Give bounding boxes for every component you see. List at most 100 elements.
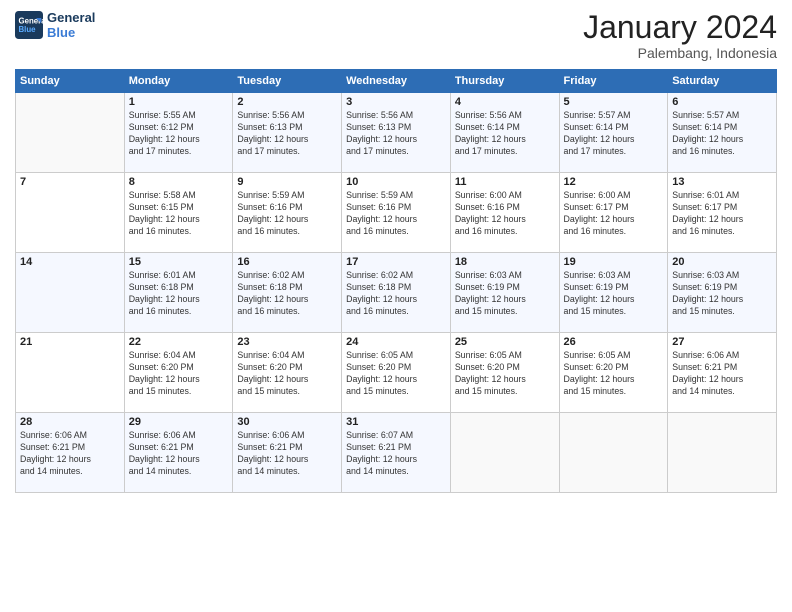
calendar-cell: 24Sunrise: 6:05 AMSunset: 6:20 PMDayligh… [342, 333, 451, 413]
calendar-cell: 23 Sunrise: 6:04 AMSunset: 6:20 PMDayligh… [233, 333, 342, 413]
calendar-body: 1 Sunrise: 5:55 AMSunset: 6:12 PMDaylight… [16, 93, 777, 493]
day-info: Sunrise: 6:00 AMSunset: 6:17 PMDaylight:… [564, 190, 664, 238]
calendar-week-row: 28 Sunrise: 6:06 AMSunset: 6:21 PMDayligh… [16, 413, 777, 493]
day-info: Sunrise: 6:02 AMSunset: 6:18 PMDaylight:… [237, 270, 337, 318]
header-row: Sunday Monday Tuesday Wednesday Thursday… [16, 70, 777, 93]
day-number: 20 [672, 256, 772, 268]
col-monday: Monday [124, 70, 233, 93]
calendar-cell: 31Sunrise: 6:07 AMSunset: 6:21 PMDayligh… [342, 413, 451, 493]
day-number: 29 [129, 416, 229, 428]
calendar-cell [450, 413, 559, 493]
day-number: 31 [346, 416, 446, 428]
calendar-cell: 3Sunrise: 5:56 AMSunset: 6:13 PMDaylight… [342, 93, 451, 173]
day-number: 23 [237, 336, 337, 348]
col-saturday: Saturday [668, 70, 777, 93]
day-number: 6 [672, 96, 772, 108]
calendar-cell: 29 Sunrise: 6:06 AMSunset: 6:21 PMDayligh… [124, 413, 233, 493]
day-number: 26 [564, 336, 664, 348]
day-info: Sunrise: 6:04 AMSunset: 6:20 PMDaylight:… [129, 350, 229, 398]
calendar-week-row: 14 15Sunrise: 6:01 AMSunset: 6:18 PMDayli… [16, 253, 777, 333]
calendar-cell: 7 [16, 173, 125, 253]
logo: General Blue General Blue [15, 10, 95, 40]
calendar-cell: 25 Sunrise: 6:05 AMSunset: 6:20 PMDayligh… [450, 333, 559, 413]
calendar-cell: 27 Sunrise: 6:06 AMSunset: 6:21 PMDayligh… [668, 333, 777, 413]
calendar-cell [16, 93, 125, 173]
day-number: 14 [20, 256, 120, 268]
title-block: January 2024 Palembang, Indonesia [583, 10, 777, 61]
calendar-week-row: 78 Sunrise: 5:58 AMSunset: 6:15 PMDayligh… [16, 173, 777, 253]
day-info: Sunrise: 6:02 AMSunset: 6:18 PMDaylight:… [346, 270, 446, 318]
day-number: 15 [129, 256, 229, 268]
calendar-cell: 2Sunrise: 5:56 AMSunset: 6:13 PMDaylight… [233, 93, 342, 173]
day-number: 8 [129, 176, 229, 188]
day-info: Sunrise: 5:57 AMSunset: 6:14 PMDaylight:… [672, 110, 772, 158]
day-number: 10 [346, 176, 446, 188]
calendar-table: Sunday Monday Tuesday Wednesday Thursday… [15, 69, 777, 493]
calendar-cell: 15Sunrise: 6:01 AMSunset: 6:18 PMDayligh… [124, 253, 233, 333]
col-tuesday: Tuesday [233, 70, 342, 93]
day-info: Sunrise: 5:59 AMSunset: 6:16 PMDaylight:… [237, 190, 337, 238]
calendar-cell: 4 Sunrise: 5:56 AMSunset: 6:14 PMDaylight… [450, 93, 559, 173]
month-title: January 2024 [583, 10, 777, 45]
day-number: 16 [237, 256, 337, 268]
day-number: 9 [237, 176, 337, 188]
day-info: Sunrise: 6:01 AMSunset: 6:17 PMDaylight:… [672, 190, 772, 238]
day-info: Sunrise: 5:57 AMSunset: 6:14 PMDaylight:… [564, 110, 664, 158]
calendar-cell: 6 Sunrise: 5:57 AMSunset: 6:14 PMDaylight… [668, 93, 777, 173]
day-info: Sunrise: 6:06 AMSunset: 6:21 PMDaylight:… [237, 430, 337, 478]
calendar-cell [668, 413, 777, 493]
day-info: Sunrise: 6:05 AMSunset: 6:20 PMDaylight:… [564, 350, 664, 398]
day-info: Sunrise: 6:00 AMSunset: 6:16 PMDaylight:… [455, 190, 555, 238]
day-info: Sunrise: 5:58 AMSunset: 6:15 PMDaylight:… [129, 190, 229, 238]
day-number: 17 [346, 256, 446, 268]
calendar-cell: 19Sunrise: 6:03 AMSunset: 6:19 PMDayligh… [559, 253, 668, 333]
day-info: Sunrise: 6:05 AMSunset: 6:20 PMDaylight:… [346, 350, 446, 398]
col-sunday: Sunday [16, 70, 125, 93]
day-number: 7 [20, 176, 120, 188]
col-thursday: Thursday [450, 70, 559, 93]
day-number: 1 [129, 96, 229, 108]
col-wednesday: Wednesday [342, 70, 451, 93]
calendar-cell: 10Sunrise: 5:59 AMSunset: 6:16 PMDayligh… [342, 173, 451, 253]
day-number: 30 [237, 416, 337, 428]
day-number: 4 [455, 96, 555, 108]
calendar-cell: 12Sunrise: 6:00 AMSunset: 6:17 PMDayligh… [559, 173, 668, 253]
day-number: 5 [564, 96, 664, 108]
day-info: Sunrise: 5:55 AMSunset: 6:12 PMDaylight:… [129, 110, 229, 158]
calendar-cell: 22 Sunrise: 6:04 AMSunset: 6:20 PMDayligh… [124, 333, 233, 413]
calendar-header: Sunday Monday Tuesday Wednesday Thursday… [16, 70, 777, 93]
day-info: Sunrise: 6:05 AMSunset: 6:20 PMDaylight:… [455, 350, 555, 398]
calendar-cell: 18 Sunrise: 6:03 AMSunset: 6:19 PMDayligh… [450, 253, 559, 333]
calendar-cell [559, 413, 668, 493]
calendar-week-row: 21 22 Sunrise: 6:04 AMSunset: 6:20 PMDayli… [16, 333, 777, 413]
calendar-cell: 28 Sunrise: 6:06 AMSunset: 6:21 PMDayligh… [16, 413, 125, 493]
day-number: 18 [455, 256, 555, 268]
calendar-week-row: 1 Sunrise: 5:55 AMSunset: 6:12 PMDaylight… [16, 93, 777, 173]
day-info: Sunrise: 6:06 AMSunset: 6:21 PMDaylight:… [672, 350, 772, 398]
day-number: 25 [455, 336, 555, 348]
day-info: Sunrise: 6:06 AMSunset: 6:21 PMDaylight:… [129, 430, 229, 478]
day-number: 3 [346, 96, 446, 108]
svg-text:Blue: Blue [19, 25, 37, 34]
day-info: Sunrise: 6:06 AMSunset: 6:21 PMDaylight:… [20, 430, 120, 478]
calendar-cell: 8 Sunrise: 5:58 AMSunset: 6:15 PMDaylight… [124, 173, 233, 253]
calendar-cell: 5 Sunrise: 5:57 AMSunset: 6:14 PMDaylight… [559, 93, 668, 173]
day-info: Sunrise: 5:56 AMSunset: 6:13 PMDaylight:… [237, 110, 337, 158]
col-friday: Friday [559, 70, 668, 93]
calendar-cell: 21 [16, 333, 125, 413]
day-info: Sunrise: 6:03 AMSunset: 6:19 PMDaylight:… [672, 270, 772, 318]
logo-text-general: General [47, 10, 95, 25]
calendar-cell: 9 Sunrise: 5:59 AMSunset: 6:16 PMDaylight… [233, 173, 342, 253]
calendar-cell: 13 Sunrise: 6:01 AMSunset: 6:17 PMDayligh… [668, 173, 777, 253]
location: Palembang, Indonesia [583, 45, 777, 61]
day-number: 27 [672, 336, 772, 348]
day-info: Sunrise: 6:04 AMSunset: 6:20 PMDaylight:… [237, 350, 337, 398]
day-number: 13 [672, 176, 772, 188]
day-number: 28 [20, 416, 120, 428]
day-info: Sunrise: 6:03 AMSunset: 6:19 PMDaylight:… [455, 270, 555, 318]
calendar-cell: 26 Sunrise: 6:05 AMSunset: 6:20 PMDayligh… [559, 333, 668, 413]
calendar-cell: 30 Sunrise: 6:06 AMSunset: 6:21 PMDayligh… [233, 413, 342, 493]
day-number: 22 [129, 336, 229, 348]
day-info: Sunrise: 5:56 AMSunset: 6:14 PMDaylight:… [455, 110, 555, 158]
calendar-cell: 20 Sunrise: 6:03 AMSunset: 6:19 PMDayligh… [668, 253, 777, 333]
